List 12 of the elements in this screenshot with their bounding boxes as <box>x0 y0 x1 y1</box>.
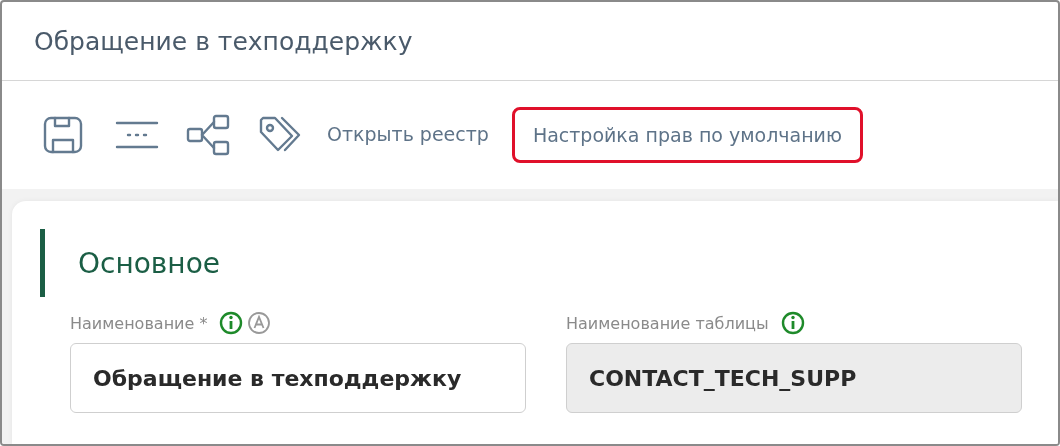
section-title: Основное <box>78 246 221 280</box>
section-marker <box>40 229 45 297</box>
window-title: Обращение в техподдержку <box>34 26 413 56</box>
auto-icon <box>247 311 272 335</box>
info-icon <box>219 311 244 335</box>
input-field[interactable]: Обращение в техподдержку <box>70 343 526 413</box>
field-label: Наименование * <box>70 313 208 333</box>
field-label: Наименование таблицы <box>566 313 769 333</box>
info-icon <box>780 311 805 335</box>
toolbar-link[interactable]: Настройка прав по умолчанию <box>511 107 863 163</box>
toolbar-link[interactable]: Открыть реестр <box>320 110 496 160</box>
connections-icon[interactable] <box>186 114 232 156</box>
